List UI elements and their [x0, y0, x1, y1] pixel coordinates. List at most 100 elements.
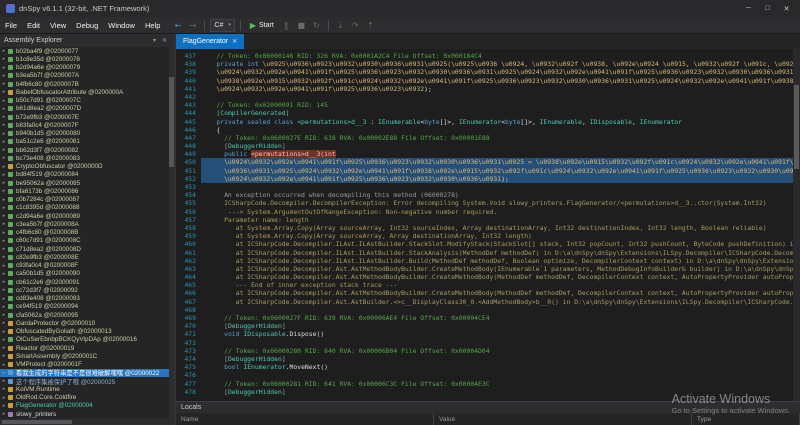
tree-item[interactable]: ▸ b4fb6c80 @0200007B	[0, 80, 174, 88]
tree-item[interactable]: ▸ 这个程序集被保护了哦 @02000025	[0, 377, 174, 385]
title-bar[interactable]: dnSpy v6.1.1 (32-bit, .NET Framework) ─ …	[0, 0, 800, 17]
expander-icon[interactable]: ▸	[0, 106, 8, 112]
expander-icon[interactable]: ▸	[0, 172, 8, 178]
menu-window[interactable]: Window	[103, 21, 140, 30]
expander-icon[interactable]: ▸	[0, 312, 8, 318]
code-editor[interactable]: 437 // Token: 0x06000146 RID: 326 RVA: 0…	[176, 49, 800, 401]
expander-icon[interactable]: ▸	[0, 131, 8, 137]
expander-icon[interactable]: ▸	[0, 403, 8, 409]
stop-icon[interactable]: ■	[295, 21, 308, 30]
tree-item[interactable]: ▸ b3ea5b7f @0200007A	[0, 72, 174, 80]
expander-icon[interactable]: ▸	[0, 221, 8, 227]
tab-flaggenerator[interactable]: FlagGenerator ✕	[176, 34, 245, 49]
tree-item[interactable]: ▸ b2d94a6e @02000079	[0, 64, 174, 72]
locals-column-name[interactable]: Name	[176, 413, 434, 425]
nav-forward-icon[interactable]: →	[186, 21, 199, 30]
nav-back-icon[interactable]: ←	[171, 21, 184, 30]
tree-horizontal-scrollbar[interactable]	[0, 419, 174, 425]
step-over-icon[interactable]: ↷	[349, 21, 362, 30]
tree-item[interactable]: ▸ FlagGenerator @02000004	[0, 402, 174, 410]
expander-icon[interactable]: ▸	[0, 246, 8, 252]
tab-close-icon[interactable]: ✕	[232, 38, 237, 45]
expander-icon[interactable]: ▸	[0, 296, 8, 302]
expander-icon[interactable]: ▸	[0, 304, 8, 310]
tree-item[interactable]: ▸ c4fb6c80 @0200008B	[0, 229, 174, 237]
expander-icon[interactable]: ▸	[0, 337, 8, 343]
expander-icon[interactable]: ▸	[0, 89, 8, 95]
expander-icon[interactable]: ▸	[0, 197, 8, 203]
expander-icon[interactable]: ▸	[0, 254, 8, 260]
tree-item[interactable]: ▸ c1c8395d @02000088	[0, 204, 174, 212]
menu-debug[interactable]: Debug	[71, 21, 103, 30]
expander-icon[interactable]: ▸	[0, 73, 8, 79]
panel-menu-icon[interactable]: ▾	[150, 37, 159, 44]
expander-icon[interactable]: ▸	[0, 395, 8, 401]
menu-file[interactable]: File	[0, 21, 22, 30]
tree-item[interactable]: ▸ OldRod.Core.Coldfire	[0, 394, 174, 402]
tree-item[interactable]: ▸ b83fa0c4 @0200007F	[0, 121, 174, 129]
tree-item[interactable]: ▸ KoiVM.Runtime	[0, 385, 174, 393]
tree-item[interactable]: ▸ b61d8ea2 @0200007D	[0, 105, 174, 113]
menu-view[interactable]: View	[45, 21, 71, 30]
expander-icon[interactable]: ▸	[0, 205, 8, 211]
tree-item[interactable]: ▸ GardaProtector @02000010	[0, 319, 174, 327]
tree-item[interactable]: ▸ b72e9fb3 @0200007E	[0, 113, 174, 121]
tree-item[interactable]: ▸ cc72d3f7 @02000092	[0, 286, 174, 294]
tree-item[interactable]: ▸ OiCuSerEbnbpBCKQyVlpDAp @02000016	[0, 336, 174, 344]
tree-item[interactable]: ▸ Reactor @02000019	[0, 344, 174, 352]
expander-icon[interactable]: ▸	[0, 213, 8, 219]
tree-item[interactable]: ▸ VMProtect @0200001F	[0, 361, 174, 369]
tree-item[interactable]: ▸ ba51c2e6 @02000081	[0, 138, 174, 146]
expander-icon[interactable]: ▸	[0, 353, 8, 359]
expander-icon[interactable]: ▸	[0, 263, 8, 269]
tree-scroll-thumb[interactable]	[169, 77, 174, 167]
locals-header[interactable]: Locals	[176, 402, 800, 413]
menu-help[interactable]: Help	[140, 21, 165, 30]
tree-hscroll-thumb[interactable]	[2, 420, 72, 424]
tree-item[interactable]: ▸ be95062a @02000085	[0, 179, 174, 187]
expander-icon[interactable]: ▸	[0, 114, 8, 120]
tree-item[interactable]: ▸ bc73e408 @02000083	[0, 154, 174, 162]
tree-item[interactable]: ▸ BabelObfuscatorAttribute @0200000A	[0, 88, 174, 96]
tree-item[interactable]: ▸ ce94f519 @02000094	[0, 303, 174, 311]
panel-close-icon[interactable]: ✕	[159, 37, 170, 44]
expander-icon[interactable]: ▸	[0, 147, 8, 153]
expander-icon[interactable]: ▸	[0, 411, 8, 417]
expander-icon[interactable]: ▸	[0, 271, 8, 277]
editor-vertical-scrollbar[interactable]	[793, 49, 800, 401]
locals-column-type[interactable]: Type	[692, 413, 800, 425]
expander-icon[interactable]: ▸	[0, 279, 8, 285]
restart-icon[interactable]: ↻	[310, 21, 323, 30]
expander-icon[interactable]: ▸	[0, 164, 8, 170]
expander-icon[interactable]: ▸	[0, 122, 8, 128]
expander-icon[interactable]: ▸	[0, 345, 8, 351]
tree-item[interactable]: ▸ c82e9fb3 @0200008E	[0, 253, 174, 261]
expander-icon[interactable]: ▸	[0, 155, 8, 161]
tree-item[interactable]: ▸ CryptoObfuscator @0200000D	[0, 163, 174, 171]
tree-item[interactable]: ▸ cd83e408 @02000093	[0, 295, 174, 303]
break-all-icon[interactable]: ‖	[280, 21, 293, 30]
expander-icon[interactable]: ▸	[0, 386, 8, 392]
step-out-icon[interactable]: ⇡	[364, 21, 377, 30]
expander-icon[interactable]: ▸	[0, 238, 8, 244]
tree-item[interactable]: ▸ c2d94a6e @02000089	[0, 212, 174, 220]
tree-item[interactable]: ▸ c60c7d91 @0200008C	[0, 237, 174, 245]
tree-item[interactable]: ▸ b1c8e35d @02000078	[0, 55, 174, 63]
tree-item[interactable]: ▸ ca50b1d5 @02000090	[0, 270, 174, 278]
expander-icon[interactable]: ▸	[0, 139, 8, 145]
tree-item[interactable]: ▸ b02ba4f9 @02000077	[0, 47, 174, 55]
tree-item[interactable]: ▸ slowy_printers	[0, 410, 174, 418]
expander-icon[interactable]: ▸	[0, 329, 8, 335]
expander-icon[interactable]: ▸	[0, 320, 8, 326]
tree-item[interactable]: ▸ SmartAssembly @0200001C	[0, 352, 174, 360]
expander-icon[interactable]: ▸	[0, 180, 8, 186]
tree-item[interactable]: ▸ c0b7284c @02000087	[0, 196, 174, 204]
tree-item[interactable]: ▸ bd84f519 @02000084	[0, 171, 174, 179]
tree-item[interactable]: ▸ b940b1d5 @02000080	[0, 130, 174, 138]
language-select[interactable]: C# ▾	[210, 18, 235, 32]
close-button[interactable]: ✕	[777, 1, 796, 16]
minimize-button[interactable]: ─	[739, 1, 758, 16]
expander-icon[interactable]: ▸	[0, 370, 8, 376]
expander-icon[interactable]: ▸	[0, 230, 8, 236]
tree-item[interactable]: ▸ b50c7d91 @0200007C	[0, 97, 174, 105]
